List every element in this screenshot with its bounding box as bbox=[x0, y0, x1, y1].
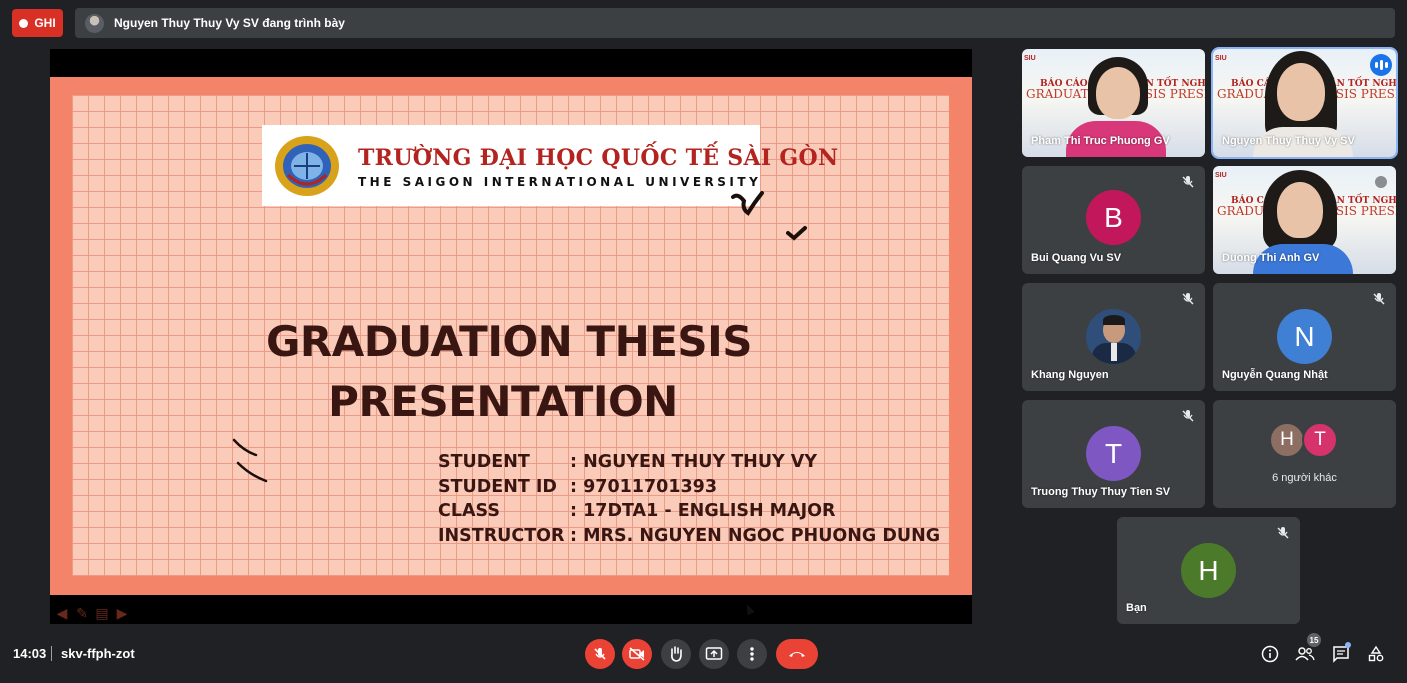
participant-name: Khang Nguyen bbox=[1031, 369, 1109, 381]
mic-off-icon bbox=[594, 648, 606, 660]
mic-off-icon bbox=[1182, 176, 1194, 188]
shapes-icon bbox=[1368, 645, 1384, 662]
person-face bbox=[1096, 67, 1140, 119]
menu-dots-icon[interactable] bbox=[1374, 175, 1388, 189]
raise-hand-button[interactable] bbox=[661, 639, 691, 669]
university-name-vn: TRƯỜNG ĐẠI HỌC QUỐC TẾ SÀI GÒN bbox=[358, 145, 839, 171]
heart-doodle-icon bbox=[731, 191, 764, 216]
speaking-indicator-icon bbox=[1370, 54, 1392, 76]
participant-tile[interactable]: SIU BÁO CÁO KHÓA LUẬN TỐT NGHIỆP NĂM 202… bbox=[1022, 49, 1205, 157]
info-value: : MRS. NGUYEN NGOC PHUONG DUNG bbox=[570, 526, 941, 546]
recording-badge: GHI bbox=[12, 9, 63, 37]
more-options-button[interactable] bbox=[737, 639, 767, 669]
meeting-code: skv-ffph-zot bbox=[61, 646, 135, 661]
check-doodle-icon bbox=[786, 226, 807, 241]
meeting-details-button[interactable] bbox=[1260, 644, 1280, 664]
info-row-class: CLASS : 17DTA1 - ENGLISH MAJOR bbox=[438, 501, 836, 521]
present-screen-button[interactable] bbox=[699, 639, 729, 669]
slide-navigation: ◀ ✎ ▤ ▶ bbox=[53, 604, 131, 622]
participant-tile[interactable]: SIU BÁO CÁO KHÓA LUẬN TỐT NGHIỆP NĂM 202… bbox=[1213, 166, 1396, 274]
mouse-cursor-icon bbox=[743, 602, 755, 616]
avatar: N bbox=[1277, 309, 1332, 364]
person-face bbox=[1277, 63, 1325, 121]
info-value: : 17DTA1 - ENGLISH MAJOR bbox=[570, 501, 836, 521]
presenter-avatar bbox=[85, 13, 104, 33]
info-row-student-id: STUDENT ID : 97011701393 bbox=[438, 477, 717, 497]
pen-icon[interactable]: ✎ bbox=[73, 604, 91, 622]
slide-title-line1: GRADUATION THESIS bbox=[265, 317, 753, 366]
presenting-banner: Nguyen Thuy Thuy Vy SV đang trình bày bbox=[75, 8, 1395, 38]
people-button[interactable] bbox=[1295, 644, 1315, 664]
slide-title-line2: PRESENTATION bbox=[328, 377, 678, 426]
presenting-text: Nguyen Thuy Thuy Vy SV đang trình bày bbox=[114, 16, 345, 30]
participant-tile[interactable]: T Truong Thuy Thuy Tien SV bbox=[1022, 400, 1205, 508]
camera-toggle-button[interactable] bbox=[622, 639, 652, 669]
participant-name: Duong Thi Anh GV bbox=[1222, 252, 1320, 264]
info-icon bbox=[1261, 645, 1279, 663]
participant-count-badge: 15 bbox=[1307, 633, 1321, 647]
camera-off-icon bbox=[629, 647, 645, 661]
self-tile[interactable]: H Bạn bbox=[1117, 517, 1300, 624]
recording-dot-icon bbox=[19, 18, 29, 28]
info-key: CLASS bbox=[438, 501, 500, 521]
info-value: : NGUYEN THUY THUY VY bbox=[570, 452, 818, 472]
info-key: STUDENT bbox=[438, 452, 530, 472]
mic-off-icon bbox=[1373, 293, 1385, 305]
participant-name: Bui Quang Vu SV bbox=[1031, 252, 1122, 264]
avatar: H bbox=[1269, 422, 1305, 458]
slide: TRƯỜNG ĐẠI HỌC QUỐC TẾ SÀI GÒN THE SAIGO… bbox=[50, 77, 972, 621]
others-tile[interactable]: H T 6 người khác bbox=[1213, 400, 1396, 508]
mic-off-icon bbox=[1182, 410, 1194, 422]
present-icon bbox=[705, 647, 723, 660]
previous-slide-icon[interactable]: ◀ bbox=[53, 604, 71, 622]
hand-icon bbox=[671, 646, 682, 662]
siu-logo-icon: SIU bbox=[1215, 172, 1227, 179]
participant-name: Nguyễn Quang Nhật bbox=[1222, 369, 1328, 381]
participant-tile[interactable]: B Bui Quang Vu SV bbox=[1022, 166, 1205, 274]
meeting-time: 14:03 bbox=[13, 646, 47, 661]
siu-logo-icon: SIU bbox=[1215, 55, 1227, 62]
participant-tile[interactable]: N Nguyễn Quang Nhật bbox=[1213, 283, 1396, 391]
siu-logo-icon: SIU bbox=[1024, 55, 1036, 62]
participant-tile[interactable]: Khang Nguyen bbox=[1022, 283, 1205, 391]
mic-off-icon bbox=[1277, 527, 1289, 539]
participant-name: Bạn bbox=[1126, 602, 1147, 614]
avatar: T bbox=[1086, 426, 1141, 481]
avatar: H bbox=[1181, 543, 1236, 598]
phone-hangup-icon bbox=[789, 652, 805, 657]
info-key: STUDENT ID bbox=[438, 477, 557, 497]
avatar: B bbox=[1086, 190, 1141, 245]
activities-button[interactable] bbox=[1366, 644, 1386, 664]
menu-icon[interactable]: ▤ bbox=[93, 604, 111, 622]
people-icon bbox=[1295, 647, 1315, 661]
participant-name: Pham Thi Truc Phuong GV bbox=[1031, 135, 1170, 147]
others-count-label: 6 người khác bbox=[1272, 472, 1337, 484]
lines-doodle-icon bbox=[232, 438, 268, 483]
person-face bbox=[1277, 182, 1323, 238]
info-value: : 97011701393 bbox=[570, 477, 718, 497]
info-row-instructor: INSTRUCTOR: MRS. NGUYEN NGOC PHUONG DUNG bbox=[438, 526, 940, 546]
mic-off-icon bbox=[1182, 293, 1194, 305]
recording-label: GHI bbox=[34, 16, 56, 30]
university-logo-banner: TRƯỜNG ĐẠI HỌC QUỐC TẾ SÀI GÒN THE SAIGO… bbox=[262, 125, 838, 206]
participant-name: Truong Thuy Thuy Tien SV bbox=[1031, 486, 1171, 498]
avatar: T bbox=[1302, 422, 1338, 458]
info-row-student: STUDENT : NGUYEN THUY THUY VY bbox=[438, 452, 817, 472]
chat-notification-dot bbox=[1345, 642, 1351, 648]
next-slide-icon[interactable]: ▶ bbox=[113, 604, 131, 622]
university-name-en: THE SAIGON INTERNATIONAL UNIVERSITY bbox=[358, 175, 762, 189]
participant-tile[interactable]: SIU BÁO CÁO KHÓA LUẬN TỐT NGHIỆP NĂM 202… bbox=[1211, 47, 1398, 159]
university-seal-icon bbox=[275, 136, 339, 196]
more-vert-icon bbox=[750, 647, 754, 661]
divider bbox=[51, 646, 52, 661]
leave-call-button[interactable] bbox=[776, 639, 818, 669]
participant-name: Nguyen Thuy Thuy Vy SV bbox=[1222, 135, 1355, 147]
info-key: INSTRUCTOR bbox=[438, 526, 565, 546]
avatar bbox=[1086, 309, 1141, 364]
microphone-toggle-button[interactable] bbox=[585, 639, 615, 669]
shared-screen[interactable]: TRƯỜNG ĐẠI HỌC QUỐC TẾ SÀI GÒN THE SAIGO… bbox=[50, 49, 972, 624]
